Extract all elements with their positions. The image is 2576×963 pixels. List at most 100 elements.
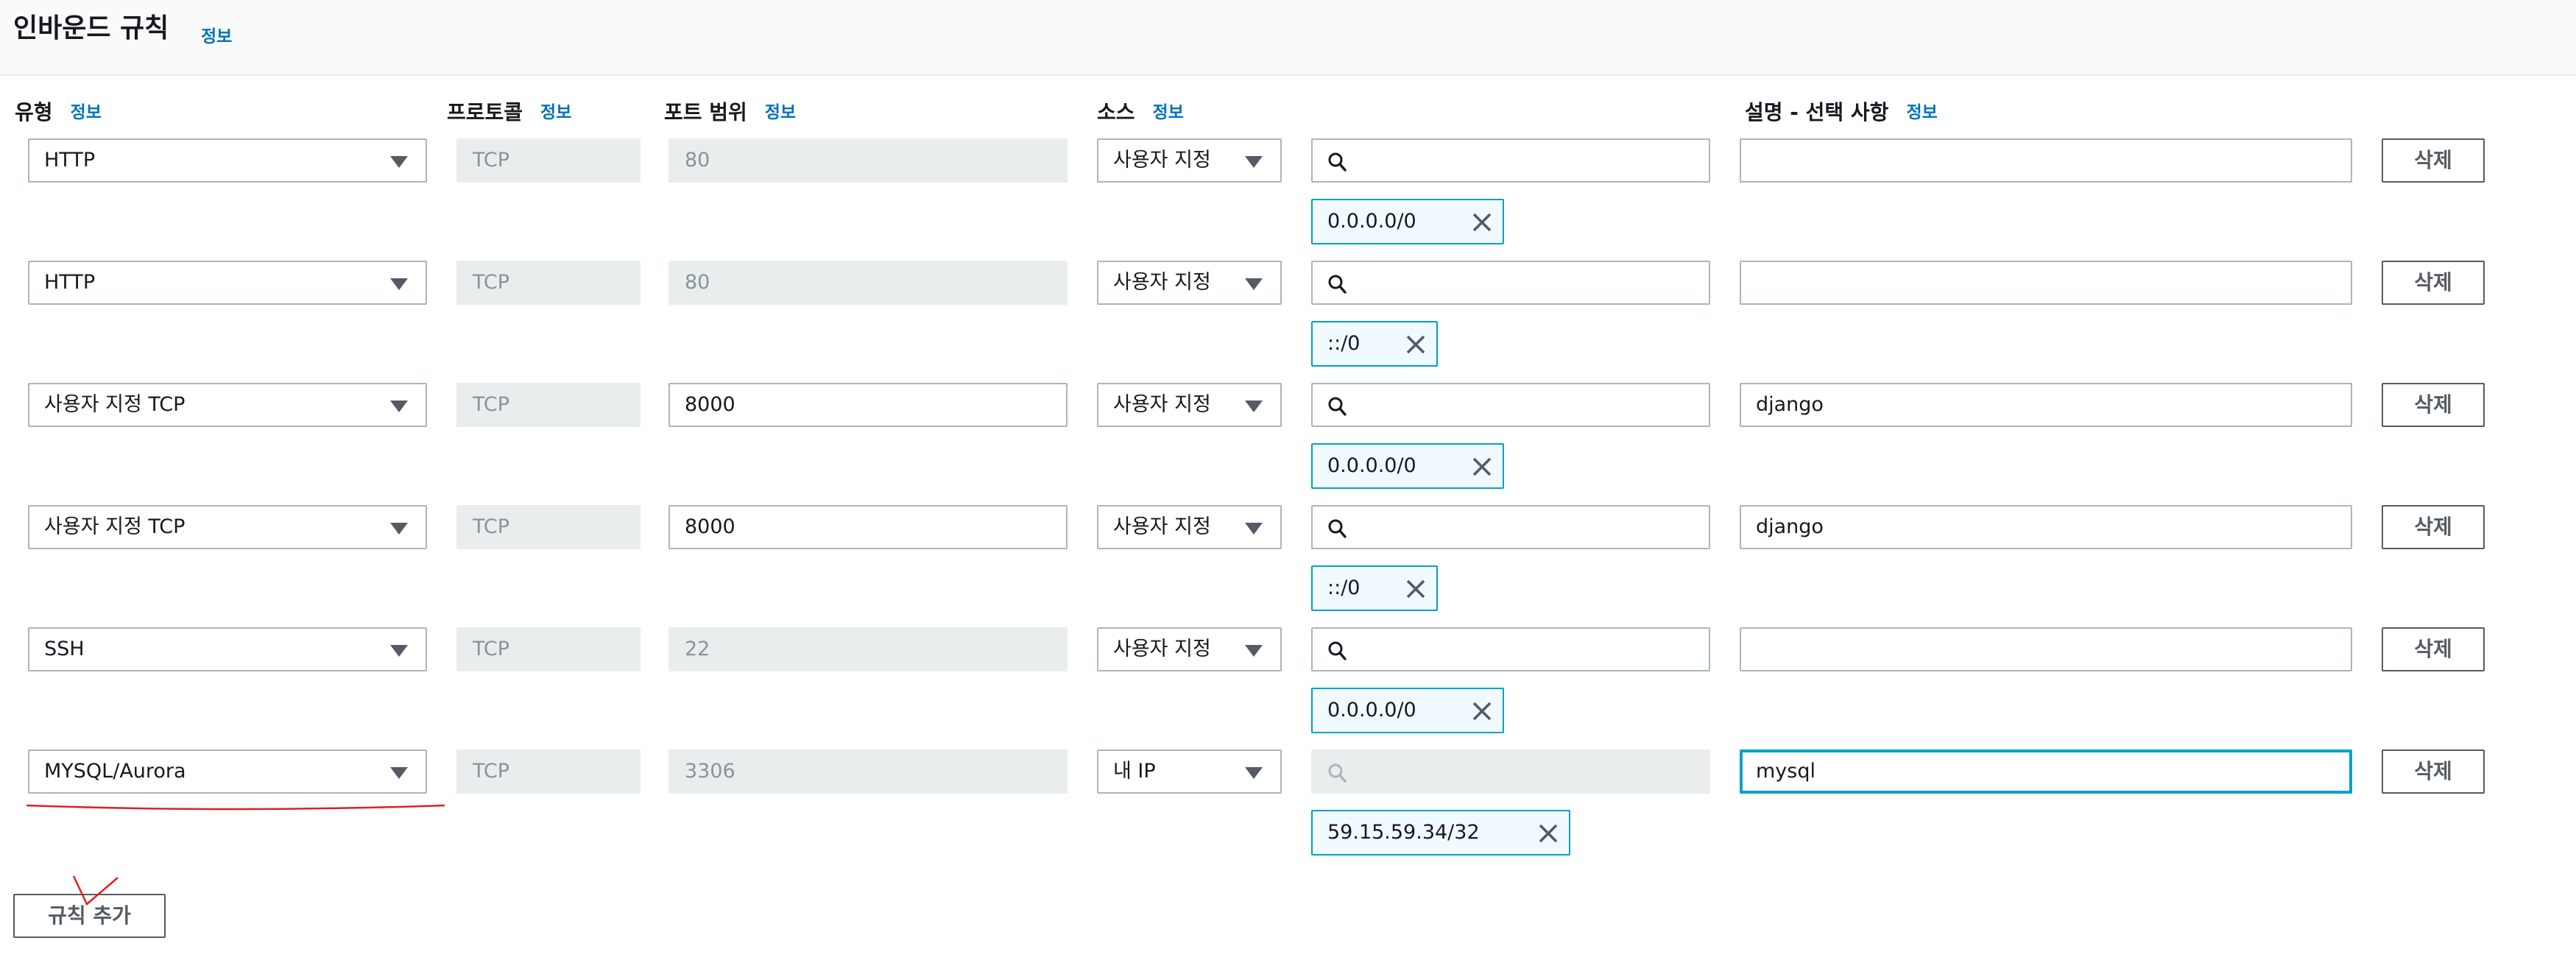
type-select-value: HTTP xyxy=(44,271,96,294)
description-input[interactable]: django xyxy=(1740,505,2352,549)
protocol-field: TCP xyxy=(456,749,641,794)
search-icon xyxy=(1328,275,1347,294)
type-select[interactable]: HTTP xyxy=(28,138,427,183)
source-type-select[interactable]: 사용자 지정 xyxy=(1097,627,1282,671)
add-rule-button[interactable]: 규칙 추가 xyxy=(13,894,166,938)
cidr-token: ::/0 xyxy=(1311,321,1438,367)
source-type-value: 내 IP xyxy=(1113,760,1156,783)
description-input[interactable] xyxy=(1740,261,2352,305)
delete-rule-button[interactable]: 삭제 xyxy=(2382,749,2485,794)
search-icon xyxy=(1328,152,1347,172)
source-type-select[interactable]: 사용자 지정 xyxy=(1097,138,1282,183)
column-header-protocol: 프로토콜 정보 xyxy=(447,98,571,127)
source-type-value: 사용자 지정 xyxy=(1113,515,1211,538)
close-icon[interactable] xyxy=(1472,701,1492,722)
description-input[interactable]: mysql xyxy=(1740,749,2352,794)
cidr-token: 0.0.0.0/0 xyxy=(1311,443,1504,489)
search-icon xyxy=(1328,641,1347,660)
caret-down-icon xyxy=(390,156,408,168)
cidr-token-label: ::/0 xyxy=(1327,332,1361,355)
caret-down-icon xyxy=(1245,767,1263,779)
type-select-value: HTTP xyxy=(44,149,96,172)
protocol-field: TCP xyxy=(456,505,641,549)
type-select[interactable]: SSH xyxy=(28,627,427,671)
source-type-value: 사용자 지정 xyxy=(1113,271,1211,294)
caret-down-icon xyxy=(390,278,408,290)
port-range-input: 22 xyxy=(668,627,1068,671)
caret-down-icon xyxy=(1245,278,1263,290)
protocol-info-link[interactable]: 정보 xyxy=(540,103,571,122)
section-info-link[interactable]: 정보 xyxy=(201,22,232,47)
close-icon[interactable] xyxy=(1538,823,1559,844)
caret-down-icon xyxy=(390,645,408,657)
source-info-link[interactable]: 정보 xyxy=(1153,103,1184,122)
type-select-value: SSH xyxy=(44,638,85,660)
delete-rule-button[interactable]: 삭제 xyxy=(2382,505,2485,549)
close-icon[interactable] xyxy=(1405,579,1426,599)
source-search-input[interactable] xyxy=(1311,261,1710,305)
search-icon xyxy=(1328,519,1347,538)
protocol-field: TCP xyxy=(456,138,641,183)
source-type-value: 사용자 지정 xyxy=(1113,149,1211,172)
description-input[interactable] xyxy=(1740,138,2352,183)
column-header-port-range: 포트 범위 정보 xyxy=(664,98,796,127)
port-range-input[interactable]: 8000 xyxy=(668,383,1068,427)
source-search-input[interactable] xyxy=(1311,138,1710,183)
type-select-value: 사용자 지정 TCP xyxy=(44,515,186,538)
source-type-select[interactable]: 사용자 지정 xyxy=(1097,383,1282,427)
delete-rule-button[interactable]: 삭제 xyxy=(2382,261,2485,305)
protocol-field: TCP xyxy=(456,627,641,671)
type-select[interactable]: 사용자 지정 TCP xyxy=(28,383,427,427)
search-icon xyxy=(1328,763,1347,783)
delete-rule-button[interactable]: 삭제 xyxy=(2382,627,2485,671)
type-select[interactable]: 사용자 지정 TCP xyxy=(28,505,427,549)
port-range-input: 80 xyxy=(668,138,1068,183)
cidr-token-label: 0.0.0.0/0 xyxy=(1327,699,1416,722)
section-title: 인바운드 규칙 xyxy=(13,13,169,43)
caret-down-icon xyxy=(1245,401,1263,412)
delete-rule-button[interactable]: 삭제 xyxy=(2382,383,2485,427)
source-type-value: 사용자 지정 xyxy=(1113,638,1211,660)
caret-down-icon xyxy=(1245,645,1263,657)
port-range-input: 80 xyxy=(668,261,1068,305)
column-label-source: 소스 xyxy=(1097,100,1135,124)
section-header: 인바운드 규칙 정보 xyxy=(0,0,2576,76)
column-label-description: 설명 - 선택 사항 xyxy=(1745,100,1889,124)
cidr-token-label: 0.0.0.0/0 xyxy=(1327,210,1416,233)
column-header-type: 유형 정보 xyxy=(15,98,102,127)
source-search-input xyxy=(1311,749,1710,794)
port-range-input: 3306 xyxy=(668,749,1068,794)
source-search-input[interactable] xyxy=(1311,383,1710,427)
close-icon[interactable] xyxy=(1472,212,1492,233)
caret-down-icon xyxy=(1245,156,1263,168)
caret-down-icon xyxy=(390,523,408,535)
source-type-value: 사용자 지정 xyxy=(1113,393,1211,416)
close-icon[interactable] xyxy=(1405,334,1426,355)
annotation-underline xyxy=(26,804,445,811)
cidr-token: 59.15.59.34/32 xyxy=(1311,810,1570,856)
source-type-select[interactable]: 내 IP xyxy=(1097,749,1282,794)
source-type-select[interactable]: 사용자 지정 xyxy=(1097,505,1282,549)
search-icon xyxy=(1328,397,1347,416)
description-info-link[interactable]: 정보 xyxy=(1906,103,1937,122)
caret-down-icon xyxy=(390,767,408,779)
type-info-link[interactable]: 정보 xyxy=(71,103,102,122)
cidr-token-label: 0.0.0.0/0 xyxy=(1327,454,1416,477)
source-search-input[interactable] xyxy=(1311,627,1710,671)
type-select[interactable]: MYSQL/Aurora xyxy=(28,749,427,794)
cidr-token: 0.0.0.0/0 xyxy=(1311,688,1504,733)
port-range-info-link[interactable]: 정보 xyxy=(765,103,796,122)
description-input[interactable] xyxy=(1740,627,2352,671)
type-select-value: 사용자 지정 TCP xyxy=(44,393,186,416)
port-range-input[interactable]: 8000 xyxy=(668,505,1068,549)
source-type-select[interactable]: 사용자 지정 xyxy=(1097,261,1282,305)
source-search-input[interactable] xyxy=(1311,505,1710,549)
close-icon[interactable] xyxy=(1472,456,1492,477)
protocol-field: TCP xyxy=(456,383,641,427)
cidr-token-label: ::/0 xyxy=(1327,576,1361,599)
type-select[interactable]: HTTP xyxy=(28,261,427,305)
delete-rule-button[interactable]: 삭제 xyxy=(2382,138,2485,183)
description-input[interactable]: django xyxy=(1740,383,2352,427)
column-label-protocol: 프로토콜 xyxy=(447,100,523,124)
column-header-description: 설명 - 선택 사항 정보 xyxy=(1745,98,1938,127)
